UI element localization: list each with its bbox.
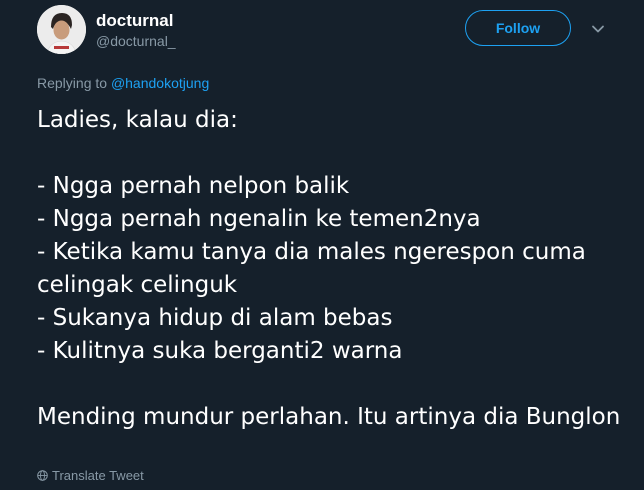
avatar-photo (37, 5, 86, 54)
avatar[interactable] (37, 5, 86, 54)
replying-to-label: Replying to (37, 75, 108, 91)
chevron-down-icon[interactable] (590, 22, 606, 34)
globe-icon (37, 469, 48, 481)
follow-button[interactable]: Follow (465, 10, 571, 46)
translate-tweet-label: Translate Tweet (52, 468, 144, 483)
author-handle[interactable]: @docturnal_ (96, 32, 176, 50)
translate-tweet-link[interactable]: Translate Tweet (37, 468, 144, 484)
tweet-card: docturnal @docturnal_ Follow Replying to… (0, 0, 644, 490)
author-display-name[interactable]: docturnal (96, 11, 173, 31)
reply-mention-link[interactable]: @handokotjung (111, 75, 209, 91)
tweet-text: Ladies, kalau dia: - Ngga pernah nelpon … (37, 107, 621, 430)
replying-to-line: Replying to @handokotjung (37, 74, 209, 92)
